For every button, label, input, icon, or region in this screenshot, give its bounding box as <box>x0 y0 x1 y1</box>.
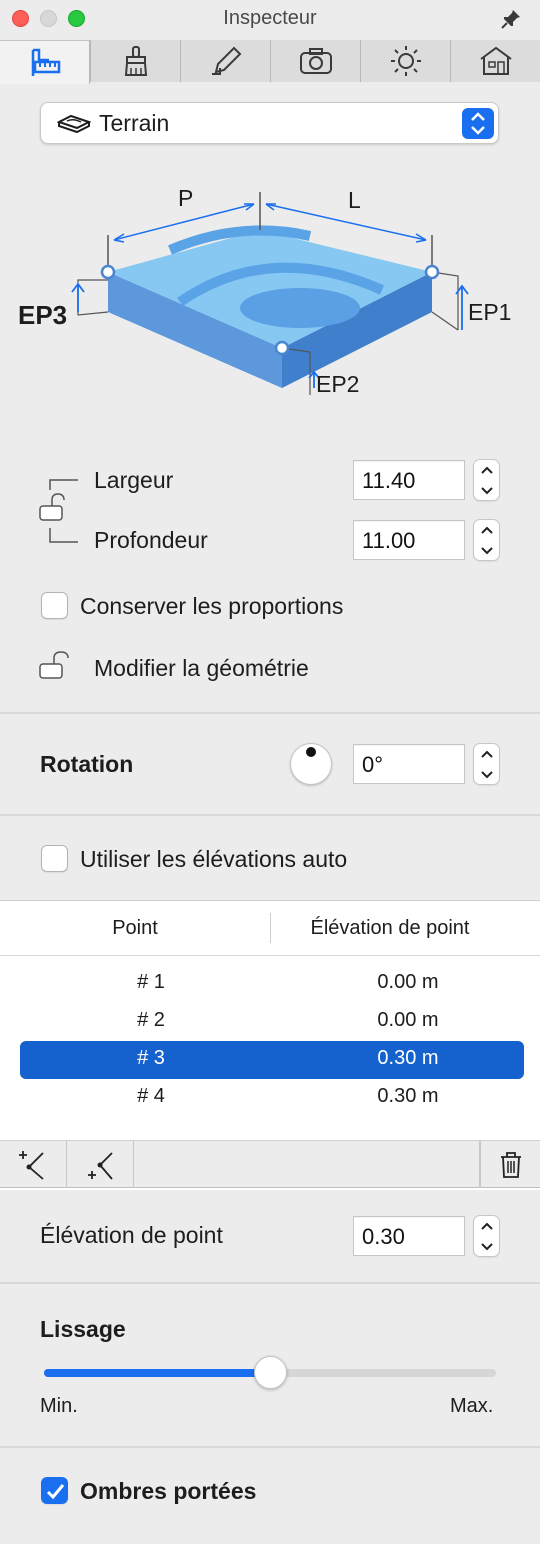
pencil-icon <box>211 46 241 75</box>
paint-brush-icon <box>124 46 147 76</box>
add-point-before-button[interactable] <box>0 1141 67 1188</box>
chevron-up-icon[interactable] <box>474 460 499 480</box>
checkmark-icon <box>46 1484 65 1500</box>
object-type-popup[interactable]: Terrain <box>40 102 499 144</box>
point-elevation-label: Élévation de point <box>40 1222 223 1248</box>
shadows-label: Ombres portées <box>80 1478 257 1504</box>
diagram-label-ep2: EP2 <box>316 371 359 397</box>
smoothing-slider[interactable] <box>44 1356 496 1389</box>
smoothing-max-label: Max. <box>450 1395 494 1417</box>
point-elevation-stepper[interactable] <box>473 1215 500 1257</box>
separator <box>0 1446 540 1448</box>
point-cell: # 3 <box>137 1047 165 1069</box>
elevation-cell: 0.30 m <box>377 1085 439 1107</box>
diagram-label-ep3: EP3 <box>18 300 67 330</box>
column-header-point[interactable]: Point <box>0 917 270 940</box>
point-cell: # 1 <box>137 971 165 993</box>
tab-dimensions[interactable] <box>0 40 90 84</box>
depth-stepper[interactable] <box>473 519 500 561</box>
smoothing-slider-fill <box>44 1369 270 1377</box>
smoothing-label: Lissage <box>40 1316 126 1342</box>
auto-elevations-checkbox[interactable] <box>41 845 68 872</box>
width-stepper[interactable] <box>473 459 500 501</box>
table-header-divider <box>0 955 540 956</box>
width-field[interactable]: 11.40 <box>353 460 465 500</box>
tab-building[interactable] <box>450 40 540 82</box>
point-cell: # 2 <box>137 1009 165 1031</box>
toolbar-spacer <box>134 1141 480 1188</box>
smoothing-min-label: Min. <box>40 1395 78 1417</box>
pin-icon[interactable] <box>500 8 522 30</box>
point-cell: # 4 <box>137 1085 165 1107</box>
column-header-elevation[interactable]: Élévation de point <box>272 917 508 940</box>
depth-field[interactable]: 11.00 <box>353 520 465 560</box>
table-row[interactable]: # 1 0.00 m <box>20 965 524 1003</box>
sun-icon <box>390 46 421 76</box>
object-type-label: Terrain <box>99 110 170 136</box>
tab-materials[interactable] <box>90 40 180 82</box>
point-elevation-field[interactable]: 0.30 <box>353 1216 465 1256</box>
shadows-checkbox[interactable] <box>41 1477 68 1504</box>
inspector-tabs <box>0 38 540 84</box>
add-point-before-icon <box>19 1150 44 1180</box>
chevron-up-icon[interactable] <box>474 520 499 540</box>
chevron-down-icon[interactable] <box>474 480 499 500</box>
width-label: Largeur <box>94 467 174 493</box>
elevation-cell: 0.30 m <box>377 1047 439 1069</box>
tab-camera[interactable] <box>270 40 360 82</box>
tab-edit[interactable] <box>180 40 270 82</box>
rotation-dial[interactable] <box>290 743 332 785</box>
chevron-up-icon[interactable] <box>474 1216 499 1236</box>
title-bar: Inspecteur <box>0 0 540 38</box>
unlocked-padlock-icon[interactable] <box>38 492 68 524</box>
chevron-down-icon[interactable] <box>474 1236 499 1256</box>
diagram-label-p: P <box>178 185 193 211</box>
chevron-up-icon[interactable] <box>474 744 499 764</box>
rotation-stepper[interactable] <box>473 743 500 785</box>
keep-proportions-label: Conserver les proportions <box>80 593 344 619</box>
depth-label: Profondeur <box>94 527 208 553</box>
chevron-down-icon[interactable] <box>474 540 499 560</box>
table-row[interactable]: # 4 0.30 m <box>20 1079 524 1117</box>
unlocked-padlock-icon[interactable] <box>38 650 72 682</box>
trash-icon <box>500 1151 521 1178</box>
smoothing-slider-knob[interactable] <box>253 1356 287 1389</box>
table-row[interactable]: # 2 0.00 m <box>20 1003 524 1041</box>
separator <box>0 814 540 816</box>
tab-lighting[interactable] <box>360 40 450 82</box>
separator <box>0 712 540 714</box>
caliper-ruler-icon <box>31 48 60 76</box>
popup-chevrons-icon <box>462 108 494 139</box>
rotation-dial-indicator <box>306 747 316 757</box>
rotation-field[interactable]: 0° <box>353 744 465 784</box>
table-row-selected[interactable]: # 3 0.30 m <box>20 1041 524 1079</box>
house-icon <box>479 46 512 75</box>
elevation-cell: 0.00 m <box>377 1009 439 1031</box>
camera-icon <box>299 48 332 74</box>
modify-geometry-label[interactable]: Modifier la géométrie <box>94 655 309 682</box>
add-point-after-button[interactable] <box>67 1141 134 1188</box>
diagram-label-l: L <box>348 187 361 213</box>
auto-elevations-label: Utiliser les élévations auto <box>80 846 348 872</box>
add-point-after-icon <box>88 1151 113 1180</box>
terrain-diagram: P L EP1 EP2 EP3 <box>18 185 511 397</box>
separator <box>0 1282 540 1284</box>
rotation-label: Rotation <box>40 751 134 777</box>
terrain-icon <box>57 114 91 134</box>
keep-proportions-checkbox[interactable] <box>41 592 68 619</box>
chevron-down-icon[interactable] <box>474 764 499 784</box>
diagram-label-ep1: EP1 <box>468 299 511 325</box>
points-toolbar <box>0 1140 540 1188</box>
window-title: Inspecteur <box>223 7 317 29</box>
delete-point-button[interactable] <box>480 1141 540 1188</box>
column-divider <box>270 913 271 943</box>
elevation-cell: 0.00 m <box>377 971 439 993</box>
